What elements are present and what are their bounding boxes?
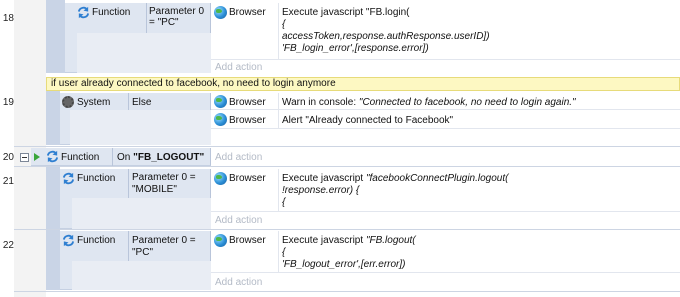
indent-band — [46, 0, 60, 73]
object-label: Function — [77, 235, 116, 246]
cell-divider — [112, 148, 113, 166]
on-prefix: On — [117, 152, 134, 163]
condition-empty-area[interactable] — [72, 198, 211, 229]
row-number: 19 — [2, 97, 14, 108]
action-text-line[interactable]: accessToken,response.authResponse.userID… — [282, 31, 490, 42]
action-text-line[interactable]: { — [282, 19, 285, 30]
row-number: 20 — [2, 152, 14, 163]
condition-empty-area[interactable] — [77, 33, 211, 73]
globe-icon — [214, 172, 227, 185]
action-text-line[interactable]: Execute javascript "FB.login( — [282, 7, 410, 18]
action-text-line[interactable]: 'FB_logout_error',[err.error]) — [282, 259, 406, 270]
action-text-line[interactable]: !response.error) { — [282, 185, 359, 196]
object-label: Function — [61, 152, 100, 163]
parameter-condition[interactable]: Parameter 0 — [149, 6, 204, 17]
action-italic-text: "facebookConnectPlugin.logout( — [365, 173, 509, 184]
action-prefix: Execute javascript — [282, 173, 366, 184]
add-action-link[interactable]: Add action — [215, 215, 262, 226]
action-text-line[interactable]: { — [282, 247, 285, 258]
function-name: "FB_LOGOUT" — [133, 152, 205, 163]
condition-empty-area[interactable] — [72, 261, 211, 290]
row-divider — [14, 291, 680, 292]
condition-empty-area[interactable] — [70, 110, 211, 145]
globe-icon — [214, 6, 227, 19]
action-text-line[interactable]: Warn in console: "Connected to facebook,… — [282, 97, 576, 108]
refresh-arrows-icon — [62, 172, 75, 185]
cell-divider — [278, 3, 279, 60]
parameter-condition[interactable]: Parameter 0 = — [132, 235, 196, 246]
parameter-condition[interactable]: Parameter 0 = — [132, 172, 196, 183]
action-italic-text: "FB.logout( — [365, 235, 416, 246]
indent-band — [46, 167, 60, 229]
cell-divider — [128, 93, 129, 110]
object-label: System — [77, 97, 111, 108]
globe-icon — [214, 113, 227, 126]
object-label: Function — [92, 7, 131, 18]
globe-icon — [214, 234, 227, 247]
cell-divider — [278, 93, 279, 110]
row-divider — [14, 229, 680, 230]
indent-band — [46, 230, 60, 290]
cell-divider — [128, 169, 129, 198]
refresh-arrows-icon — [62, 234, 75, 247]
cell-divider — [146, 3, 147, 33]
parameter-condition-value[interactable]: = "PC" — [149, 17, 179, 28]
gear-icon — [62, 96, 74, 108]
function-trigger[interactable]: On "FB_LOGOUT" — [117, 152, 204, 163]
green-arrow-icon — [34, 153, 40, 161]
row-number: 22 — [2, 240, 14, 251]
action-empty — [211, 129, 680, 145]
cell-divider — [128, 231, 129, 261]
row-number: 21 — [2, 176, 14, 187]
action-prefix: Warn in console: — [282, 97, 359, 108]
comment-bar[interactable]: if user already connected to facebook, n… — [46, 77, 680, 91]
action-text-line[interactable]: { — [282, 197, 285, 208]
add-action-link[interactable]: Add action — [215, 152, 262, 163]
cell-divider — [278, 169, 279, 212]
action-text-line[interactable]: Execute javascript "FB.logout( — [282, 235, 416, 246]
action-object: Browser — [229, 173, 266, 184]
action-object: Browser — [229, 115, 266, 126]
condition-label[interactable]: Else — [132, 97, 151, 108]
action-italic-text: "Connected to facebook, no need to login… — [358, 97, 576, 108]
row-divider — [14, 166, 680, 167]
action-object: Browser — [229, 7, 266, 18]
action-prefix: Execute javascript — [282, 235, 366, 246]
add-action-link[interactable]: Add action — [215, 62, 262, 73]
row-number: 18 — [2, 13, 14, 24]
cell-divider — [278, 231, 279, 273]
parameter-condition-value[interactable]: "MOBILE" — [132, 184, 177, 195]
parameter-condition-value[interactable]: "PC" — [132, 247, 153, 258]
action-object: Browser — [229, 97, 266, 108]
row-divider — [14, 146, 680, 147]
refresh-arrows-icon — [46, 150, 59, 163]
action-text-line[interactable]: 'FB_login_error',[response.error]) — [282, 43, 429, 54]
object-label: Function — [77, 173, 116, 184]
globe-icon — [214, 95, 227, 108]
action-object: Browser — [229, 235, 266, 246]
add-action-link[interactable]: Add action — [215, 277, 262, 288]
cell-divider — [278, 110, 279, 129]
action-text-line[interactable]: Execute javascript "facebookConnectPlugi… — [282, 173, 508, 184]
collapse-toggle[interactable] — [20, 153, 29, 162]
refresh-arrows-icon — [77, 6, 90, 19]
action-text-line[interactable]: Alert "Already connected to Facebook" — [282, 115, 453, 126]
indent-band — [46, 91, 60, 145]
